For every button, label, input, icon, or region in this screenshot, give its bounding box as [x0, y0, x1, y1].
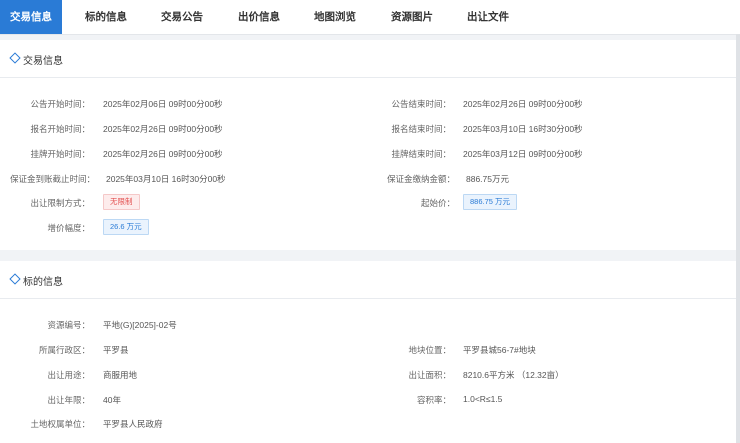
land-use-label: 出让用途： — [47, 370, 90, 380]
trade-info-header: 交易信息 — [0, 40, 736, 78]
area-value: 8210.6平方米 （12.32亩） — [463, 370, 564, 380]
plot-ratio-label: 容积率： — [416, 395, 451, 405]
listing-start-value: 2025年02月26日 09时00分00秒 — [103, 149, 223, 159]
tab-trade-info[interactable]: 交易信息 — [0, 0, 62, 34]
subject-info-panel: 标的信息 资源编号： 平地(G)[2025]-02号 所属行政区： 平罗县 出让… — [0, 261, 736, 443]
deposit-deadline-value: 2025年03月10日 16时30分00秒 — [106, 174, 226, 184]
area-label: 出让面积： — [408, 370, 451, 380]
owner-value: 平罗县人民政府 — [103, 419, 163, 429]
restriction-method-label: 出让限制方式： — [30, 198, 90, 208]
term-label: 出让年限： — [47, 395, 90, 405]
increment-label: 增价幅度： — [47, 223, 90, 233]
listing-end-label: 挂牌结束时间： — [391, 149, 451, 159]
resource-number-label: 资源编号： — [47, 320, 90, 330]
tab-map-browse[interactable]: 地图浏览 — [306, 0, 364, 34]
deposit-amount-label: 保证金缴纳金额： — [386, 174, 455, 184]
tab-bar: 交易信息 标的信息 交易公告 出价信息 地图浏览 资源图片 出让文件 — [0, 0, 740, 35]
tab-transfer-documents[interactable]: 出让文件 — [459, 0, 517, 34]
announce-end-label: 公告结束时间： — [391, 99, 451, 109]
restriction-badge: 无限制 — [103, 194, 140, 210]
starting-price-badge: 886.75 万元 — [463, 194, 518, 210]
land-use-value: 商服用地 — [103, 370, 138, 380]
increment-badge: 26.6 万元 — [103, 219, 149, 235]
district-value: 平罗县 — [103, 345, 129, 355]
resource-number-value: 平地(G)[2025]-02号 — [103, 320, 177, 330]
signup-end-value: 2025年03月10日 16时30分00秒 — [463, 124, 583, 134]
tab-bid-info[interactable]: 出价信息 — [230, 0, 288, 34]
subject-info-header: 标的信息 — [0, 261, 736, 299]
signup-start-value: 2025年02月26日 09时00分00秒 — [103, 124, 223, 134]
term-value: 40年 — [103, 395, 121, 405]
deposit-deadline-label: 保证金到账截止时间： — [9, 174, 95, 184]
signup-start-label: 报名开始时间： — [30, 124, 90, 134]
location-value: 平罗县城56-7#地块 — [463, 345, 536, 355]
district-label: 所属行政区： — [38, 345, 90, 355]
tab-resource-images[interactable]: 资源图片 — [383, 0, 441, 34]
announce-start-label: 公告开始时间： — [30, 99, 90, 109]
announce-end-value: 2025年02月26日 09时00分00秒 — [463, 99, 583, 109]
deposit-amount-value: 886.75万元 — [466, 174, 509, 184]
diamond-icon — [9, 273, 21, 285]
diamond-icon — [9, 52, 21, 64]
scrollbar[interactable] — [736, 34, 740, 443]
trade-info-panel: 交易信息 公告开始时间： 2025年02月06日 09时00分00秒 报名开始时… — [0, 40, 736, 250]
trade-info-title: 交易信息 — [23, 56, 63, 67]
starting-price-label: 起始价： — [420, 198, 455, 208]
location-label: 地块位置： — [408, 345, 451, 355]
plot-ratio-value: 1.0<R≤1.5 — [463, 394, 503, 404]
listing-end-value: 2025年03月12日 09时00分00秒 — [463, 149, 583, 159]
signup-end-label: 报名结束时间： — [391, 124, 451, 134]
announce-start-value: 2025年02月06日 09时00分00秒 — [103, 99, 223, 109]
tab-trade-announcement[interactable]: 交易公告 — [153, 0, 211, 34]
subject-info-title: 标的信息 — [23, 277, 63, 288]
tab-subject-info[interactable]: 标的信息 — [77, 0, 135, 34]
listing-start-label: 挂牌开始时间： — [30, 149, 90, 159]
owner-label: 土地权属单位： — [30, 419, 90, 429]
